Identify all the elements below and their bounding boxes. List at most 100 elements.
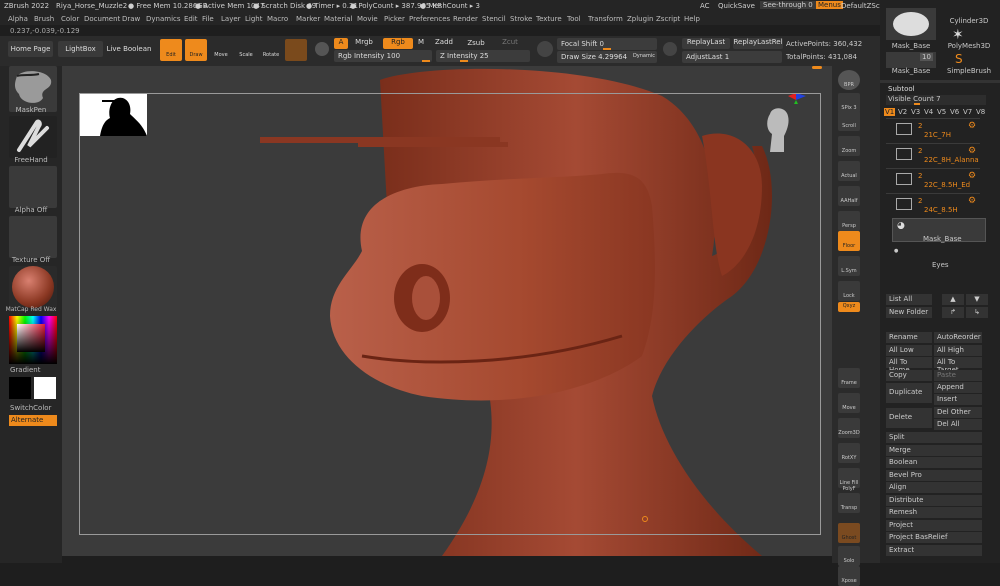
m-button[interactable]: M [416,38,426,49]
navbtn-2[interactable]: Scroll [838,111,860,131]
project-button[interactable]: Project [886,520,982,531]
zadd-button[interactable]: Zadd [434,38,454,49]
extract-button[interactable]: Extract [886,545,982,556]
z-intensity-slider[interactable]: Z Intensity 25 [436,50,530,62]
adjustlast-slider[interactable]: AdjustLast 1 [682,51,782,63]
material-thumbnail[interactable] [9,266,57,308]
menu-dynamics[interactable]: Dynamics [146,15,181,23]
bevelpro-button[interactable]: Bevel Pro [886,470,982,481]
menu-edit[interactable]: Edit [184,15,198,23]
move-down-icon[interactable]: ▼ [966,294,988,305]
navbtn-19[interactable]: Ghost [838,523,860,543]
move-up-icon[interactable]: ▲ [942,294,964,305]
brush-settings-icon[interactable] [663,42,677,56]
allhigh-button[interactable]: All High [934,345,982,356]
navbtn-15[interactable]: Zoom3D [838,418,860,438]
rgb-color-icon[interactable] [315,42,329,56]
merge-button[interactable]: Merge [886,445,982,456]
navbtn-10[interactable]: Qxyz [838,302,860,312]
menu-movie[interactable]: Movie [357,15,378,23]
menu-color[interactable]: Color [61,15,79,23]
menu-render[interactable]: Render [453,15,478,23]
live-boolean-button[interactable]: Live Boolean [106,41,152,57]
scroll-marker[interactable] [812,66,822,69]
replaylastrel-button[interactable]: ReplayLastRel [733,38,783,49]
menu-light[interactable]: Light [245,15,262,23]
navbtn-5[interactable]: AAHalf [838,186,860,206]
a-button[interactable]: A [334,38,348,49]
navbtn-21[interactable]: Xpose [838,566,860,586]
move-button[interactable]: Move [210,39,232,61]
move-to-top-icon[interactable]: ↱ [942,307,964,318]
zcut-button[interactable]: Zcut [500,38,520,49]
menu-draw[interactable]: Draw [122,15,140,23]
menu-macro[interactable]: Macro [267,15,288,23]
seethrough-slider[interactable]: See-through 0 [760,1,816,9]
secondary-color-swatch[interactable] [9,377,31,399]
delall-button[interactable]: Del All [934,419,982,430]
zsub-button[interactable]: Zsub [466,39,486,50]
replaylast-button[interactable]: ReplayLast [682,38,730,49]
menu-picker[interactable]: Picker [384,15,405,23]
menu-brush[interactable]: Brush [34,15,54,23]
append-button[interactable]: Append [934,382,982,393]
scale-button[interactable]: Scale [235,39,257,61]
edit-button[interactable]: Edit [160,39,182,61]
alltotarget-button[interactable]: All To Target [934,357,982,374]
navbtn-3[interactable]: Zoom [838,136,860,156]
navbtn-18[interactable]: Transp [838,493,860,513]
duplicate-button[interactable]: Duplicate [886,383,932,403]
menu-zscript[interactable]: Zscript [656,15,680,23]
paste-button[interactable]: Paste [934,370,982,381]
focal-shift-slider[interactable]: Focal Shift 0 [557,38,657,50]
copy-button[interactable]: Copy [886,370,932,381]
color-square[interactable] [17,324,45,352]
menu-file[interactable]: File [202,15,214,23]
split-button[interactable]: Split [886,432,982,443]
navbtn-1[interactable]: SPix 3 [838,93,860,113]
autoreorder-button[interactable]: AutoReorder [934,332,982,343]
rgb-intensity-slider[interactable]: Rgb Intensity 100 [334,50,432,62]
menu-stencil[interactable]: Stencil [482,15,506,23]
rename-button[interactable]: Rename [886,332,932,343]
delete-button[interactable]: Delete [886,408,932,428]
texture-thumbnail[interactable] [9,216,57,258]
menu-help[interactable]: Help [684,15,700,23]
material-swatch-icon[interactable] [285,39,307,61]
distribute-button[interactable]: Distribute [886,495,982,506]
quicksave-button[interactable]: QuickSave [718,2,755,10]
listall-button[interactable]: List All [886,294,932,305]
menu-marker[interactable]: Marker [296,15,320,23]
primary-color-swatch[interactable] [34,377,56,399]
menu-texture[interactable]: Texture [536,15,562,23]
alltohome-button[interactable]: All To Home [886,357,932,374]
menu-stroke[interactable]: Stroke [510,15,532,23]
navbtn-8[interactable]: L.Sym [838,256,860,276]
stroke-thumbnail[interactable] [9,116,57,158]
boolean-button[interactable]: Boolean [886,457,982,468]
delother-button[interactable]: Del Other [934,407,982,418]
navbtn-13[interactable]: Frame [838,368,860,388]
navbtn-6[interactable]: Persp [838,211,860,231]
menu-tool[interactable]: Tool [567,15,581,23]
draw-button[interactable]: Draw [185,39,207,61]
sculptris-s-icon[interactable] [537,41,553,57]
mrgb-button[interactable]: Mrgb [350,38,378,49]
navbtn-14[interactable]: Move [838,393,860,413]
alllow-button[interactable]: All Low [886,345,932,356]
navbtn-17[interactable]: Line Fill PolyF [838,468,860,492]
menus-button[interactable]: Menus [816,1,843,9]
navbtn-0[interactable]: BPR [838,70,860,90]
menu-alpha[interactable]: Alpha [8,15,28,23]
newfolder-button[interactable]: New Folder [886,307,932,318]
align-button[interactable]: Align [886,482,982,493]
lightbox-button[interactable]: LightBox [58,41,103,57]
navbtn-9[interactable]: Lock [838,281,860,301]
menu-transform[interactable]: Transform [588,15,623,23]
menu-preferences[interactable]: Preferences [409,15,450,23]
draw-size-slider[interactable]: Draw Size 4.29964 Dynamic [557,51,657,63]
navbtn-16[interactable]: RotXY [838,443,860,463]
insert-button[interactable]: Insert [934,394,982,405]
navbtn-4[interactable]: Actual [838,161,860,181]
menu-zplugin[interactable]: Zplugin [627,15,653,23]
